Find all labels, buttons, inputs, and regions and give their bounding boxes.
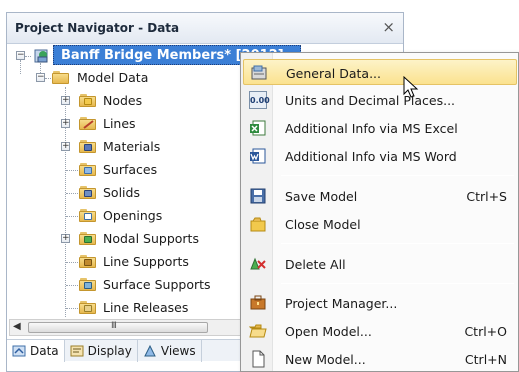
lines-folder-icon [79,116,97,131]
menu-item-save-model[interactable]: Save Model Ctrl+S [243,183,517,209]
tree-item-label: Solids [103,185,140,200]
general-data-icon [250,64,268,82]
tree-item-nodes[interactable]: + Nodes [7,90,247,112]
tab-label: Display [87,344,132,358]
model-data-folder-icon [52,70,70,85]
menu-item-shortcut: Ctrl+O [464,324,507,339]
open-folder-icon [248,322,267,340]
menu-item-open-model[interactable]: Open Model... Ctrl+O [243,318,517,344]
tree-item-line-supports[interactable]: Line Supports [7,251,247,273]
horizontal-scrollbar[interactable]: ◀ III [9,319,243,336]
tree-item-label: Line Supports [103,254,189,269]
collapse-icon[interactable]: − [36,73,45,82]
project-icon [33,47,51,65]
materials-folder-icon [79,139,97,154]
display-tab-icon [70,344,84,358]
surfaces-folder-icon [79,162,97,177]
menu-item-label: Units and Decimal Places... [285,93,456,108]
project-manager-icon [249,294,267,312]
menu-item-label: Additional Info via MS Excel [285,121,458,136]
panel-titlebar: Project Navigator - Data × [7,13,403,44]
tree-item-label: Nodal Supports [103,231,199,246]
nodes-folder-icon [79,93,97,108]
menu-item-new-model[interactable]: New Model... Ctrl+N [243,346,517,372]
menu-item-label: New Model... [285,352,366,367]
expand-icon[interactable]: + [61,119,70,128]
expand-icon[interactable]: + [61,96,70,105]
menu-separator [281,243,514,244]
close-icon[interactable]: × [382,18,395,36]
tab-data[interactable]: Data [7,340,65,362]
tab-views[interactable]: Views [138,340,202,362]
menu-separator [281,283,514,284]
word-icon [249,147,267,165]
solids-folder-icon [79,185,97,200]
menu-item-label: Additional Info via MS Word [285,149,457,164]
menu-item-label: General Data... [286,66,382,81]
collapse-icon[interactable]: − [16,51,25,60]
menu-item-excel-info[interactable]: Additional Info via MS Excel [243,115,517,141]
tab-display[interactable]: Display [65,340,138,362]
close-model-icon [249,215,267,233]
views-tab-icon [143,344,157,358]
panel-title: Project Navigator - Data [15,21,180,35]
units-icon: 0.00 [249,91,270,109]
tree-item-surface-supports[interactable]: Surface Supports [7,274,247,296]
menu-item-delete-all[interactable]: Delete All [243,251,517,277]
tree-item-surfaces[interactable]: Surfaces [7,159,247,181]
tree-item-label: Surface Supports [103,277,211,292]
save-icon [249,187,267,205]
nodal-supports-folder-icon [79,231,97,246]
menu-item-label: Close Model [285,217,361,232]
scroll-left-icon[interactable]: ◀ [13,321,21,332]
tab-label: Data [30,344,59,358]
menu-item-close-model[interactable]: Close Model [243,211,517,237]
navigator-tabs: Data Display Views [7,339,245,362]
surface-supports-folder-icon [79,277,97,292]
tree-item-solids[interactable]: Solids [7,182,247,204]
tree-item-line-releases[interactable]: Line Releases [7,297,247,319]
expand-icon[interactable]: + [61,234,70,243]
excel-icon [249,119,267,137]
tree-item-label: Nodes [103,93,143,108]
tree-item-label: Model Data [77,70,149,85]
menu-separator [281,175,514,176]
menu-item-label: Open Model... [285,324,372,339]
expand-icon[interactable]: + [61,142,70,151]
tree-item-openings[interactable]: Openings [7,205,247,227]
menu-item-shortcut: Ctrl+N [464,352,507,367]
tree-item-model-data[interactable]: − Model Data [7,67,247,89]
line-supports-folder-icon [79,254,97,269]
tree-item-label: Line Releases [103,300,189,315]
scrollbar-grip: III [111,321,117,331]
menu-item-project-manager[interactable]: Project Manager... [243,290,517,316]
tree-item-lines[interactable]: + Lines [7,113,247,135]
menu-item-units-decimal-places[interactable]: 0.00 Units and Decimal Places... [243,87,517,113]
delete-all-icon [249,255,267,273]
data-tab-icon [12,344,26,358]
tree-item-label: Surfaces [103,162,158,177]
tree-item-label: Materials [103,139,161,154]
tree-item-nodal-supports[interactable]: + Nodal Supports [7,228,247,250]
tree-item-materials[interactable]: + Materials [7,136,247,158]
menu-item-general-data[interactable]: General Data... [243,59,517,98]
line-releases-folder-icon [79,300,97,315]
tree-item-label: Lines [103,116,136,131]
menu-item-shortcut: Ctrl+S [466,189,507,204]
menu-item-label: Save Model [285,189,358,204]
tree-item-label: Openings [103,208,163,223]
menu-item-word-info[interactable]: Additional Info via MS Word [243,143,517,169]
menu-item-label: Delete All [285,257,346,272]
context-menu: General Data... 0.00 Units and Decimal P… [240,52,519,372]
scrollbar-thumb[interactable]: III [28,321,208,333]
tab-label: Views [160,344,196,358]
new-document-icon [249,350,267,368]
openings-folder-icon [79,208,97,223]
menu-item-label: Project Manager... [285,296,398,311]
